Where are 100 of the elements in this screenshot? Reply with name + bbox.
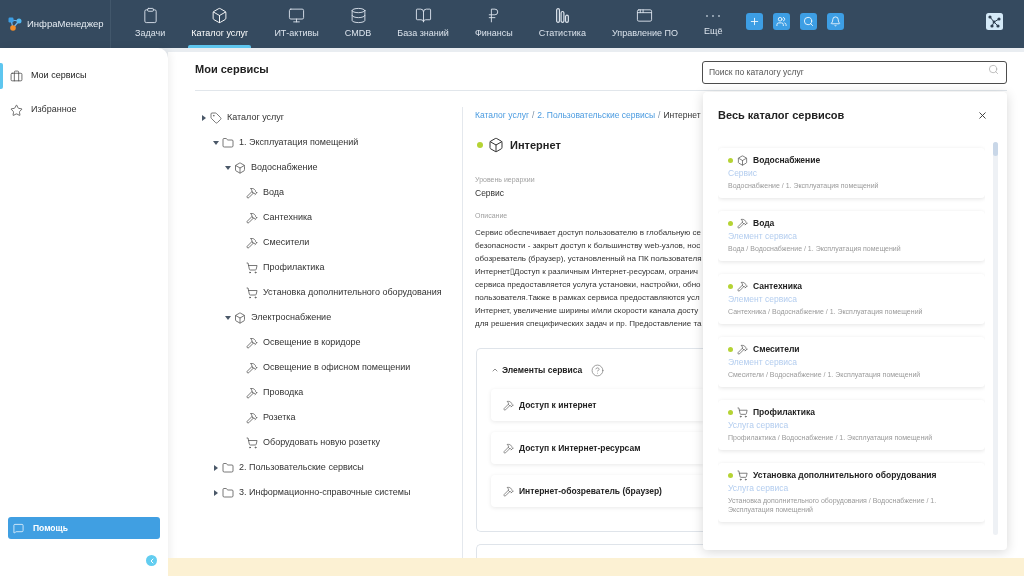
tree-item[interactable]: Сантехника xyxy=(263,212,313,223)
cube-icon xyxy=(234,311,246,324)
action-button[interactable] xyxy=(773,13,791,30)
cart-icon xyxy=(246,436,258,449)
action-button[interactable] xyxy=(746,13,764,30)
item-name: Водоснабжение xyxy=(753,153,821,167)
hammer-icon xyxy=(246,236,258,249)
scrollbar-track[interactable] xyxy=(993,142,998,535)
chevron-up-icon xyxy=(491,366,499,374)
nav-tab[interactable]: Управление ПО xyxy=(598,0,691,48)
breadcrumb-current: Интернет xyxy=(663,110,701,121)
search-field[interactable]: Поиск по каталогу услуг xyxy=(702,60,1007,84)
tree-item[interactable]: Освещение в коридоре xyxy=(263,337,361,348)
item-type: Элемент сервиса xyxy=(728,293,797,306)
briefcase-icon xyxy=(10,69,23,83)
hammer-icon xyxy=(737,343,748,355)
cart-icon xyxy=(246,261,258,274)
dialog-title: Весь каталог сервисов xyxy=(718,108,845,122)
close-icon[interactable] xyxy=(977,109,988,121)
tree-item[interactable]: Водоснабжение xyxy=(251,162,318,173)
tree-item[interactable]: 2. Пользовательские сервисы xyxy=(239,462,364,473)
tree-item[interactable]: Вода xyxy=(263,187,285,198)
bar-chart-icon xyxy=(555,8,569,23)
cube-icon xyxy=(737,154,748,166)
tree-item[interactable]: Проводка xyxy=(263,387,304,398)
network-avatar-icon[interactable] xyxy=(986,13,1003,30)
nav-tab[interactable]: Статистика xyxy=(525,0,599,48)
tree-item[interactable]: Электроснабжение xyxy=(251,312,332,323)
action-button[interactable] xyxy=(827,13,845,30)
hammer-icon xyxy=(246,411,258,424)
nav-tab[interactable]: Финансы xyxy=(461,0,526,48)
folder-icon xyxy=(222,461,234,474)
sidebar-item[interactable]: Избранное xyxy=(0,97,168,123)
description-text: Сервис обеспечивает доступ пользователю в глобальную се безопасности - закрыт доступ к большинству web-узлов, нос обозреватель (браузер), установленный на ПК пользователя Интернет▯Доступ к различным Интернет-ресурсам, огранич сервиса предоставляется услуга установки, настройки, обно пользователя.Также в рамках сервиса предоставляются усл Интернет, увеличение ширины и/или скорости канала досту для решения специфических задач и пр. Предоставление та xyxy=(475,227,702,330)
hammer-icon xyxy=(503,442,514,454)
bell-icon xyxy=(830,16,842,27)
hammer-icon xyxy=(737,280,748,292)
window-icon xyxy=(636,7,654,24)
hammer-icon xyxy=(246,361,258,374)
tree-item[interactable]: 1. Эксплуатация помещений xyxy=(239,137,359,148)
item-name: Смесители xyxy=(753,342,800,356)
tree-item[interactable]: Оборудовать новую розетку xyxy=(263,437,380,448)
item-name: Установка дополнительного оборудования xyxy=(753,468,937,482)
hammer-icon xyxy=(503,399,514,411)
star-icon xyxy=(10,103,23,117)
tree-item[interactable]: Профилактика xyxy=(263,262,325,273)
hammer-icon xyxy=(246,211,258,224)
sidebar-item[interactable]: Мои сервисы xyxy=(0,63,168,89)
action-button[interactable] xyxy=(800,13,818,30)
monitor-icon xyxy=(288,7,306,24)
hammer-icon xyxy=(246,336,258,349)
scrollbar-thumb[interactable] xyxy=(993,142,998,156)
item-type: Элемент сервиса xyxy=(728,356,797,369)
database-icon xyxy=(349,7,367,24)
tree-item[interactable]: Смесители xyxy=(263,237,310,248)
item-name: Сантехника xyxy=(753,279,802,293)
hammer-icon xyxy=(246,386,258,399)
element-card[interactable]: Доступ к Интернет-ресурсам xyxy=(491,432,703,464)
hammer-icon xyxy=(246,186,258,199)
search-icon xyxy=(803,16,815,27)
cube-icon xyxy=(488,137,504,153)
item-type: Услуга сервиса xyxy=(728,419,789,432)
folder-icon xyxy=(222,136,234,149)
tree-item[interactable]: Освещение в офисном помещении xyxy=(263,362,411,373)
tree-item[interactable]: Розетка xyxy=(263,412,296,423)
nav-tab[interactable]: CMDB xyxy=(331,0,385,48)
tree-item[interactable]: Каталог услуг xyxy=(227,112,285,123)
breadcrumb-separator: / xyxy=(658,110,661,121)
app-name: ИнфраМенеджер xyxy=(27,16,104,31)
nav-tab[interactable]: Каталог услуг xyxy=(178,0,262,48)
page-title: Мои сервисы xyxy=(195,62,269,78)
item-name: Профилактика xyxy=(753,405,815,419)
element-name: Доступ к интернет xyxy=(519,398,597,412)
item-type: Элемент сервиса xyxy=(728,230,797,243)
users-icon xyxy=(776,16,788,27)
cart-icon xyxy=(737,406,748,418)
nav-tab[interactable]: Ещё xyxy=(690,0,736,48)
element-card[interactable]: Доступ к интернет xyxy=(491,389,703,421)
book-icon xyxy=(414,7,432,24)
section-toggle[interactable]: Элементы сервиса xyxy=(491,363,583,377)
tree-item[interactable]: 3. Информационно-справочные системы xyxy=(239,487,411,498)
nav-tab[interactable]: ИТ-активы xyxy=(261,0,332,48)
caret-right-icon[interactable] xyxy=(213,464,218,471)
hammer-icon xyxy=(737,217,748,229)
caret-right-icon[interactable] xyxy=(213,489,218,496)
tree-item[interactable]: Установка дополнительного оборудования xyxy=(263,287,442,298)
plus-icon xyxy=(749,16,761,27)
nav-tab[interactable]: Задачи xyxy=(122,0,179,48)
folder-icon xyxy=(222,486,234,499)
caret-down-icon[interactable] xyxy=(224,165,231,170)
cart-icon xyxy=(246,286,258,299)
field-value: Сервис xyxy=(475,188,505,199)
caret-down-icon[interactable] xyxy=(224,315,231,320)
nav-tab[interactable]: База знаний xyxy=(384,0,462,48)
hammer-icon xyxy=(503,485,514,497)
clipboard-icon xyxy=(141,7,159,24)
element-name: Интернет-обозреватель (браузер) xyxy=(519,484,662,498)
element-card[interactable]: Интернет-обозреватель (браузер) xyxy=(491,475,703,507)
caret-right-icon[interactable] xyxy=(201,114,206,121)
caret-down-icon[interactable] xyxy=(212,140,219,145)
